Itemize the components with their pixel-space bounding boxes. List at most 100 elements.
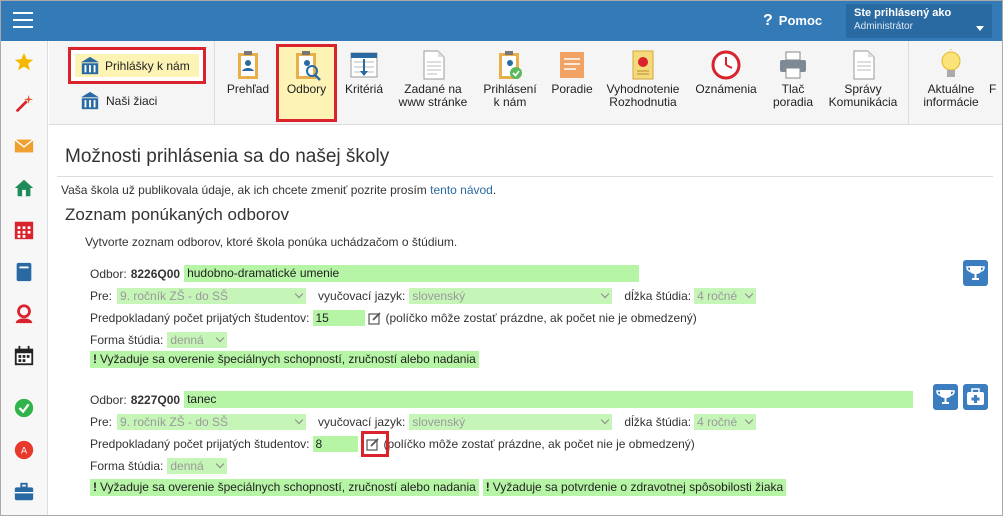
tool-prehlad[interactable]: Prehľad <box>219 41 277 125</box>
dlzka-select[interactable]: 4 ročné <box>694 288 757 304</box>
pre-label: Pre: <box>90 415 113 429</box>
pocet-row: Predpokladaný počet prijatých študentov:… <box>90 310 697 326</box>
clipboard-eye-icon <box>238 51 258 79</box>
intro-end: . <box>492 183 497 197</box>
clock-icon <box>711 50 741 80</box>
edit-annotation-box <box>361 431 389 457</box>
requirements-row: ! Vyžaduje sa overenie špeciálnych schopn… <box>90 479 787 496</box>
pocet-row: Predpokladaný počet prijatých študentov:… <box>90 436 695 452</box>
dlzka-label: dĺžka štúdia: <box>624 289 692 303</box>
section-description: Vytvorte zoznam odborov, ktoré škola pon… <box>85 235 458 249</box>
menu-icon[interactable] <box>13 12 33 28</box>
envelope-icon[interactable] <box>13 135 35 157</box>
ranking-document-icon <box>560 52 584 78</box>
tool-oznamenia[interactable]: Oznámenia <box>687 41 765 125</box>
guide-link[interactable]: tento návod <box>430 183 493 197</box>
forma-value: denná <box>170 333 204 347</box>
calendar-grid-icon[interactable] <box>13 219 35 241</box>
jazyk-select[interactable]: slovenský <box>409 414 613 430</box>
book-icon[interactable] <box>13 261 35 283</box>
odbor-code: 8227Q00 <box>130 392 181 407</box>
odbory-annotation-box <box>276 44 337 122</box>
tool-vyhodnotenie[interactable]: Vyhodnotenie Rozhodnutia <box>603 41 683 125</box>
trophy-button[interactable] <box>963 260 988 286</box>
odbor-details-row: Pre: 9. ročník ZŠ - do SŠ vyučovací jazy… <box>90 414 757 430</box>
odbor-label: Odbor: <box>90 392 127 407</box>
tool-spravy[interactable]: Správy Komunikácia <box>823 41 903 125</box>
chevron-down-icon <box>601 289 610 299</box>
user-menu[interactable]: Ste prihlásený ako Administrátor <box>846 4 992 38</box>
pre-select[interactable]: 9. ročník ZŠ - do SŠ <box>117 414 307 430</box>
jazyk-label: vyučovací jazyk: <box>318 289 406 303</box>
odbor-row: Odbor: 8227Q00 tanec <box>90 391 914 408</box>
document-icon <box>423 50 445 80</box>
check-circle-icon[interactable] <box>13 397 35 419</box>
school-icon <box>80 56 100 74</box>
tool-kriteria[interactable]: Kritériá <box>339 41 389 125</box>
tool-kriteria-label: Kritériá <box>344 82 383 96</box>
svg-text:A: A <box>21 446 28 457</box>
medical-kit-button[interactable] <box>963 384 988 410</box>
section-title: Zoznam ponúkaných odborov <box>65 205 289 224</box>
pocet-field[interactable]: 8 <box>313 436 359 452</box>
printer-icon <box>780 51 806 79</box>
pocet-field[interactable]: 15 <box>313 310 366 326</box>
tool-tlac-label1: Tlač <box>781 82 805 96</box>
top-bar: ? Pomoc Ste prihlásený ako Administrátor <box>1 1 1002 41</box>
nasi-ziaci-button[interactable]: Naši žiaci <box>79 91 157 111</box>
requirement-text: Vyžaduje sa overenie špeciálnych schopno… <box>100 480 476 494</box>
odbor-name-field[interactable]: hudobno-dramatické umenie <box>184 265 640 282</box>
home-icon[interactable] <box>13 177 35 199</box>
dlzka-select[interactable]: 4 ročné <box>694 414 757 430</box>
odbor-row: Odbor: 8226Q00 hudobno-dramatické umenie <box>90 265 640 282</box>
star-icon[interactable] <box>13 51 35 73</box>
main-content: Možnosti prihlásenia sa do našej školy V… <box>49 126 1002 515</box>
tool-zadane-na-www[interactable]: Zadané na www stránke <box>393 41 473 125</box>
tool-vyhodnotenie-label1: Vyhodnotenie <box>606 82 680 96</box>
forma-select[interactable]: denná <box>167 458 228 474</box>
odbor-name-field[interactable]: tanec <box>184 391 914 408</box>
clipboard-check-icon <box>499 51 522 79</box>
magic-wand-icon[interactable] <box>13 93 35 115</box>
chevron-down-icon <box>744 289 754 299</box>
intro-text: Vaša škola už publikovala údaje, ak ich … <box>61 183 496 197</box>
odbor-details-row: Pre: 9. ročník ZŠ - do SŠ vyučovací jazy… <box>90 288 757 304</box>
prihlasky-k-nam-inner[interactable]: Prihlášky k nám <box>75 54 199 77</box>
user-circle-icon[interactable] <box>13 303 35 325</box>
tool-prihlaseni-k-nam[interactable]: Prihlásení k nám <box>477 41 543 125</box>
tool-oznamenia-label: Oznámenia <box>695 82 757 96</box>
no-entry-icon[interactable]: A <box>13 439 35 461</box>
tool-poradie[interactable]: Poradie <box>547 41 597 125</box>
help-button[interactable]: ? Pomoc <box>763 12 822 30</box>
sidebar: A <box>1 41 48 515</box>
odbor-code: 8226Q00 <box>130 266 181 281</box>
jazyk-value: slovenský <box>412 415 466 429</box>
tool-truncated[interactable]: F <box>989 41 1002 125</box>
title-divider <box>57 176 993 177</box>
prihlasky-k-nam-button[interactable]: Prihlášky k nám <box>68 47 206 84</box>
tool-zadane-label2: www stránke <box>398 95 468 109</box>
pocet-note: (políčko môže zostať prázdne, ak počet n… <box>383 437 695 451</box>
tool-zadane-label1: Zadané na <box>404 82 462 96</box>
dlzka-value: 4 ročné <box>697 415 738 429</box>
nasi-ziaci-label: Naši žiaci <box>106 94 158 108</box>
user-role: Administrátor <box>854 21 913 32</box>
pre-select[interactable]: 9. ročník ZŠ - do SŠ <box>117 288 307 304</box>
pocet-label: Predpokladaný počet prijatých študentov: <box>90 311 310 325</box>
chevron-down-icon <box>216 333 225 343</box>
requirement-badge: ! Vyžaduje sa potvrdenie o zdravotnej spô… <box>482 479 787 496</box>
forma-select[interactable]: denná <box>167 332 228 348</box>
forma-value: denná <box>170 459 204 473</box>
edit-icon[interactable] <box>368 311 382 325</box>
jazyk-select[interactable]: slovenský <box>409 288 613 304</box>
exclamation-icon: ! <box>93 480 97 494</box>
briefcase-icon[interactable] <box>13 481 35 503</box>
tool-tlac-poradia[interactable]: Tlač poradia <box>767 41 819 125</box>
tool-aktualne-informacie[interactable]: Aktuálne informácie <box>917 41 985 125</box>
calendar-icon[interactable] <box>13 345 35 367</box>
odbor-label: Odbor: <box>90 266 127 281</box>
trophy-button[interactable] <box>933 384 958 410</box>
requirements-row: ! Vyžaduje sa overenie špeciálnych schopn… <box>90 351 479 368</box>
help-label: Pomoc <box>778 13 823 28</box>
tool-spravy-label2: Komunikácia <box>828 95 898 109</box>
